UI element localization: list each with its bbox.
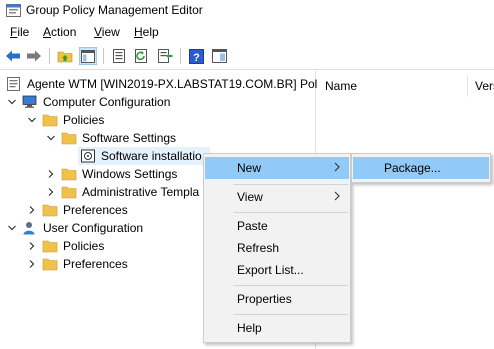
tree-label: Administrative Templa bbox=[82, 185, 200, 199]
forward-arrow-icon[interactable] bbox=[25, 47, 43, 65]
menu-separator bbox=[234, 285, 348, 286]
tree-item-software-installation[interactable]: Software installatio bbox=[78, 147, 210, 165]
menu-bar: File Action View Help bbox=[0, 22, 494, 42]
tree-root-label: Agente WTM [WIN2019-PX.LABSTAT19.COM.BR]… bbox=[27, 77, 326, 91]
menu-item-label: Refresh bbox=[237, 241, 280, 255]
window-title: Group Policy Management Editor bbox=[26, 3, 203, 17]
svg-text:?: ? bbox=[193, 52, 200, 64]
folder-icon bbox=[61, 186, 77, 199]
menu-item-label: Export List... bbox=[237, 263, 304, 277]
tree-label: Policies bbox=[63, 239, 105, 253]
help-icon[interactable]: ? bbox=[187, 47, 205, 65]
group-policy-object-icon bbox=[7, 77, 20, 91]
tree-label: Preferences bbox=[63, 203, 128, 217]
submenu-package[interactable]: Package... bbox=[353, 157, 489, 179]
group-policy-app-icon bbox=[6, 4, 21, 17]
tree-label: Software installatio bbox=[101, 149, 202, 163]
menu-item-label: Package... bbox=[384, 161, 441, 175]
tree-label: User Configuration bbox=[43, 221, 144, 235]
back-arrow-icon[interactable] bbox=[4, 47, 22, 65]
folder-icon bbox=[42, 258, 58, 271]
user-icon bbox=[23, 222, 35, 235]
computer-icon bbox=[22, 95, 37, 108]
tree-label: Windows Settings bbox=[82, 167, 178, 181]
tree-item-cc-policies[interactable]: Policies bbox=[26, 111, 104, 129]
menu-item-label: View bbox=[237, 190, 263, 204]
tree-root[interactable]: Agente WTM [WIN2019-PX.LABSTAT19.COM.BR]… bbox=[6, 75, 326, 93]
chevron-right-icon bbox=[334, 162, 340, 172]
menu-separator bbox=[234, 212, 348, 213]
up-folder-icon[interactable] bbox=[56, 47, 74, 65]
chevron-right-icon[interactable] bbox=[26, 240, 38, 252]
chevron-right-icon[interactable] bbox=[45, 186, 57, 198]
menu-separator bbox=[234, 184, 348, 185]
toolbar-separator bbox=[103, 48, 104, 64]
toolbar-separator bbox=[180, 48, 181, 64]
tree-item-uc-preferences[interactable]: Preferences bbox=[26, 255, 128, 273]
column-divider[interactable] bbox=[467, 75, 468, 97]
menu-item-label: Help bbox=[237, 321, 262, 335]
software-installation-icon bbox=[81, 149, 95, 163]
folder-icon bbox=[61, 168, 77, 181]
menu-item-label: Properties bbox=[237, 292, 292, 306]
chevron-down-icon[interactable] bbox=[45, 132, 57, 144]
tree-label: Computer Configuration bbox=[43, 95, 171, 109]
folder-icon bbox=[61, 132, 77, 145]
folder-icon bbox=[42, 114, 58, 127]
toolbar-separator bbox=[49, 48, 50, 64]
menu-file[interactable]: File bbox=[8, 25, 31, 39]
export-list-icon[interactable] bbox=[156, 47, 174, 65]
context-menu-paste[interactable]: Paste bbox=[205, 215, 349, 237]
menu-item-label: New bbox=[237, 161, 262, 175]
menu-item-label: Paste bbox=[237, 219, 268, 233]
context-menu-new[interactable]: New bbox=[205, 157, 349, 179]
chevron-down-icon[interactable] bbox=[26, 114, 38, 126]
menu-help[interactable]: Help bbox=[132, 25, 161, 39]
folder-icon bbox=[42, 204, 58, 217]
console-pane-icon[interactable] bbox=[210, 47, 228, 65]
context-menu: New View Paste Refresh Export List... Pr… bbox=[203, 153, 351, 343]
new-submenu: Package... bbox=[351, 153, 491, 183]
context-menu-properties[interactable]: Properties bbox=[205, 288, 349, 310]
tree-label: Software Settings bbox=[82, 131, 177, 145]
toolbar: ? bbox=[0, 42, 494, 70]
tree-item-software-settings[interactable]: Software Settings bbox=[45, 129, 176, 147]
menu-separator bbox=[234, 314, 348, 315]
chevron-right-icon bbox=[334, 191, 340, 201]
show-hide-tree-icon[interactable] bbox=[79, 47, 97, 65]
tree-item-computer-configuration[interactable]: Computer Configuration bbox=[6, 93, 170, 111]
chevron-right-icon[interactable] bbox=[26, 258, 38, 270]
tree-label: Preferences bbox=[63, 257, 128, 271]
chevron-down-icon[interactable] bbox=[6, 222, 18, 234]
column-header-version[interactable]: Vers bbox=[475, 79, 494, 93]
folder-icon bbox=[42, 240, 58, 253]
properties-sheet-icon[interactable] bbox=[110, 47, 128, 65]
menu-action[interactable]: Action bbox=[41, 25, 78, 39]
tree-item-user-configuration[interactable]: User Configuration bbox=[6, 219, 143, 237]
context-menu-refresh[interactable]: Refresh bbox=[205, 237, 349, 259]
tree-item-administrative-templates[interactable]: Administrative Templa bbox=[45, 183, 199, 201]
chevron-right-icon[interactable] bbox=[26, 204, 38, 216]
title-bar: Group Policy Management Editor bbox=[0, 0, 494, 22]
tree-label: Policies bbox=[63, 113, 105, 127]
tree-item-windows-settings[interactable]: Windows Settings bbox=[45, 165, 177, 183]
menu-view[interactable]: View bbox=[92, 25, 122, 39]
tree-item-cc-preferences[interactable]: Preferences bbox=[26, 201, 128, 219]
chevron-down-icon[interactable] bbox=[6, 96, 18, 108]
context-menu-help[interactable]: Help bbox=[205, 317, 349, 339]
refresh-icon[interactable] bbox=[133, 47, 151, 65]
chevron-right-icon[interactable] bbox=[45, 168, 57, 180]
tree-item-uc-policies[interactable]: Policies bbox=[26, 237, 104, 255]
column-header-name[interactable]: Name bbox=[325, 79, 357, 93]
context-menu-view[interactable]: View bbox=[205, 186, 349, 208]
context-menu-export-list[interactable]: Export List... bbox=[205, 259, 349, 281]
